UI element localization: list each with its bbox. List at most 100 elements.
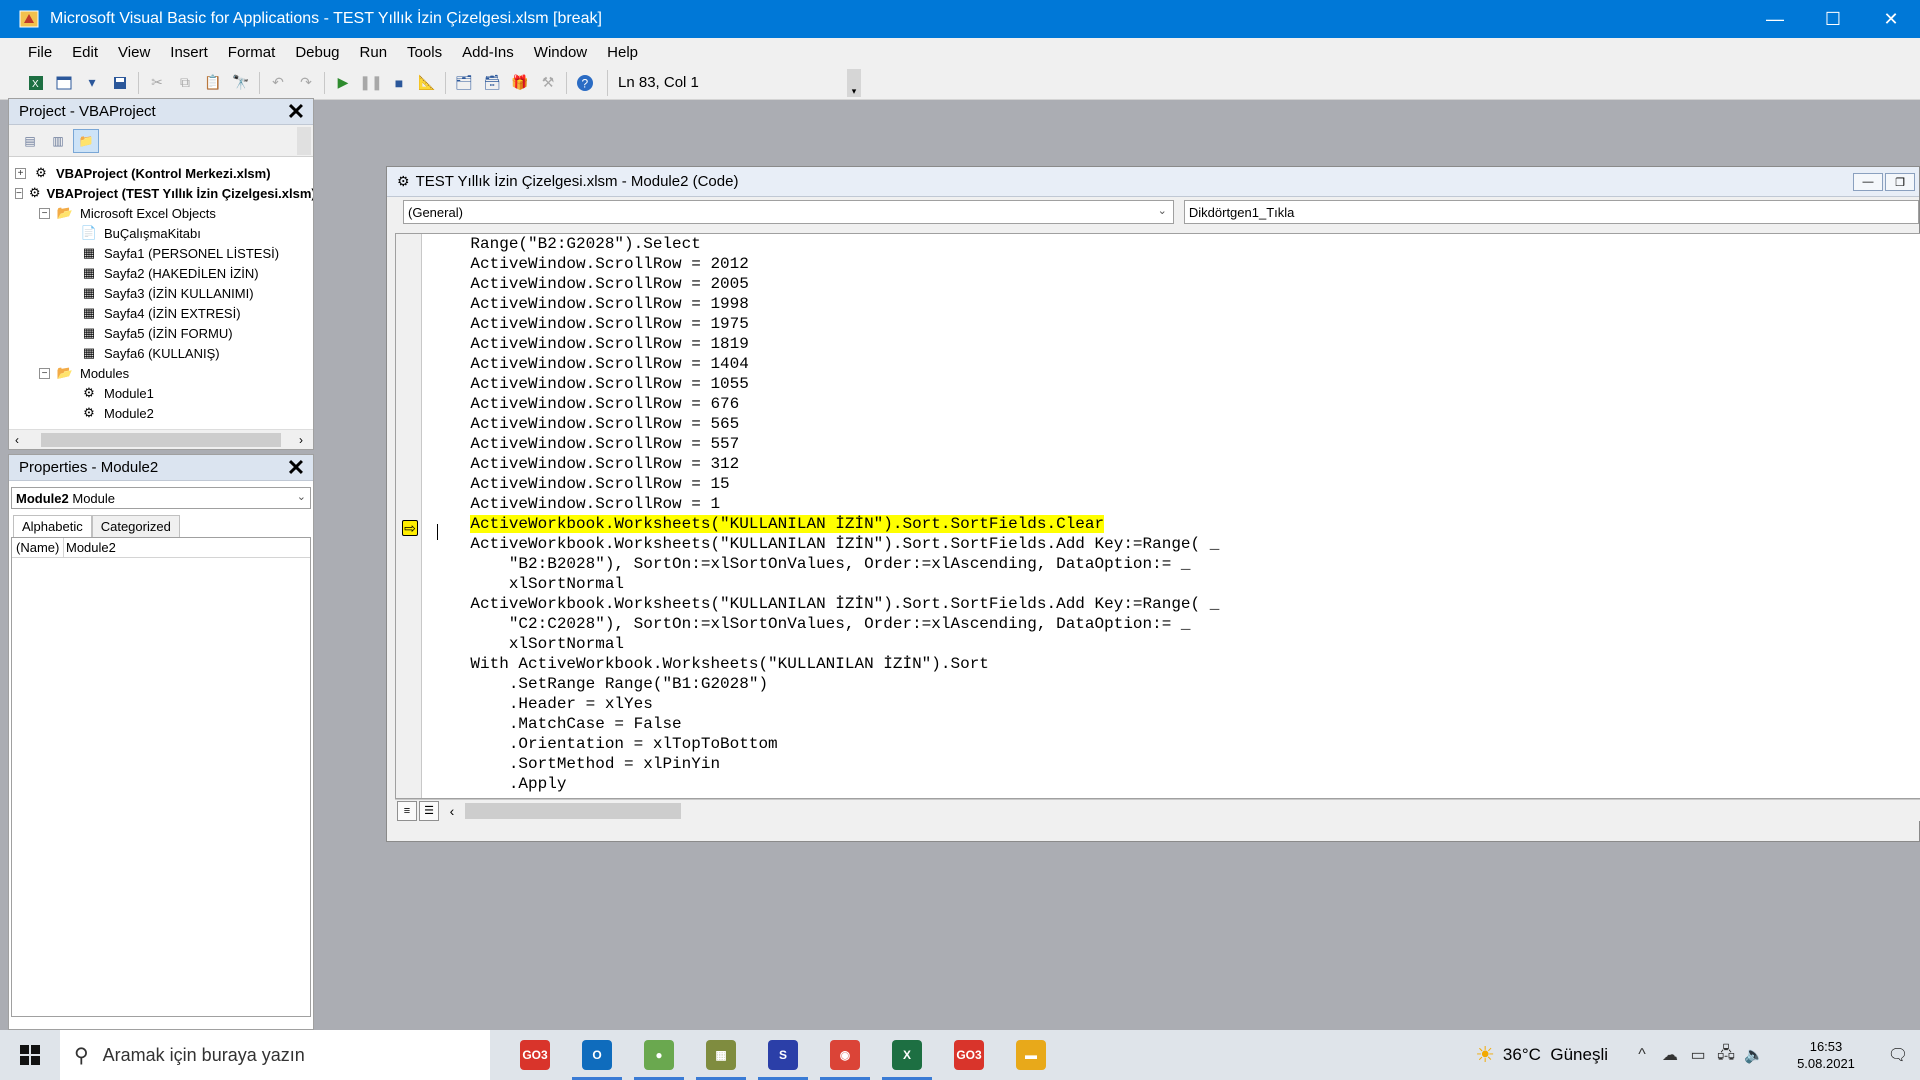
project-hscrollbar[interactable]: ‹ › [9,429,313,449]
tree-item[interactable]: ▦ Sayfa3 (İZİN KULLANIMI) [9,283,313,303]
taskbar-app[interactable]: X [876,1030,938,1080]
code-line[interactable]: .SortMethod = xlPinYin [432,754,1219,774]
code-minimize-button[interactable]: — [1853,173,1883,191]
copy-icon[interactable]: ⧉ [171,70,199,96]
taskbar-app[interactable]: ▦ [690,1030,752,1080]
scroll-left-icon[interactable]: ‹ [443,803,461,819]
tree-item[interactable]: 📄 BuÇalışmaKitabı [9,223,313,243]
scroll-thumb[interactable] [465,802,681,819]
view-code-icon[interactable]: ▤ [17,129,43,153]
taskbar-app[interactable]: GO3 [504,1030,566,1080]
tree-item[interactable]: − 📂 Microsoft Excel Objects [9,203,313,223]
collapse-icon[interactable]: − [39,367,50,379]
toggle-folders-icon[interactable]: 📁 [73,128,99,153]
collapse-icon[interactable]: − [39,207,50,219]
code-line[interactable]: ActiveWindow.ScrollRow = 1 [432,494,1219,514]
project-toolbar-scroll[interactable] [297,127,311,155]
code-line[interactable]: .Apply [432,774,1219,794]
collapse-icon[interactable]: − [15,187,23,199]
tree-item[interactable]: ▦ Sayfa4 (İZİN EXTRESİ) [9,303,313,323]
property-row[interactable]: (Name) Module2 [12,538,310,558]
code-line[interactable]: "C2:C2028"), SortOn:=xlSortOnValues, Ord… [432,614,1219,634]
menu-window[interactable]: Window [534,44,587,61]
taskbar-search[interactable]: ⚲ Aramak için buraya yazın [60,1030,490,1080]
cut-icon[interactable]: ✂ [143,70,171,96]
taskbar-app[interactable]: S [752,1030,814,1080]
menu-run[interactable]: Run [360,44,388,61]
menu-add-ins[interactable]: Add-Ins [462,44,514,61]
tree-item[interactable]: ▦ Sayfa2 (HAKEDİLEN İZİN) [9,263,313,283]
menu-format[interactable]: Format [228,44,276,61]
full-module-view-icon[interactable]: ☰ [419,800,439,821]
code-line[interactable]: ActiveWindow.ScrollRow = 312 [432,454,1219,474]
code-hscrollbar[interactable]: ≡ ☰ ‹ [395,799,1920,821]
code-line[interactable]: ActiveWindow.ScrollRow = 1975 [432,314,1219,334]
property-value[interactable]: Module2 [64,538,116,557]
scroll-thumb[interactable] [41,432,281,447]
code-lines[interactable]: Range("B2:G2028").Select ActiveWindow.Sc… [432,234,1219,794]
find-icon[interactable]: 🔭 [227,70,255,96]
toolbox-icon[interactable]: ⚒ [534,70,562,96]
paste-icon[interactable]: 📋 [199,70,227,96]
taskbar-app[interactable]: ▬ [1000,1030,1062,1080]
code-line[interactable]: ActiveWorkbook.Worksheets("KULLANILAN İZ… [432,514,1219,534]
chevron-up-icon[interactable]: ^ [1628,1046,1656,1064]
tree-item[interactable]: ⚙ Module2 [9,403,313,423]
code-line[interactable]: .Orientation = xlTopToBottom [432,734,1219,754]
procedure-combo[interactable]: Dikdörtgen1_Tıkla [1183,200,1919,224]
code-line[interactable]: .SetRange Range("B1:G2028") [432,674,1219,694]
run-icon[interactable]: ▶ [329,70,357,96]
scroll-left-icon[interactable]: ‹ [9,433,25,447]
start-button[interactable] [0,1030,60,1080]
code-line[interactable]: ActiveWindow.ScrollRow = 2005 [432,274,1219,294]
expand-icon[interactable]: + [15,167,26,179]
code-line[interactable]: ActiveWindow.ScrollRow = 676 [432,394,1219,414]
code-line[interactable]: ActiveWindow.ScrollRow = 2012 [432,254,1219,274]
close-button[interactable]: ✕ [1862,0,1920,38]
chevron-down-icon[interactable]: ⌄ [297,490,306,503]
taskbar-app[interactable]: GO3 [938,1030,1000,1080]
properties-window-icon[interactable]: 🗃 [478,70,506,96]
undo-icon[interactable]: ↶ [264,70,292,96]
chevron-down-icon[interactable]: ⌄ [1158,204,1167,217]
code-line[interactable]: ActiveWorkbook.Worksheets("KULLANILAN İZ… [432,534,1219,554]
notifications-icon[interactable]: 🗨 [1876,1045,1920,1065]
network-icon[interactable]: 🖧 [1712,1042,1740,1069]
insert-dropdown-icon[interactable]: ▾ [78,70,106,96]
tree-item[interactable]: − 📂 Modules [9,363,313,383]
design-mode-icon[interactable]: 📐 [413,70,441,96]
taskbar-app[interactable]: O [566,1030,628,1080]
scroll-right-icon[interactable]: › [293,433,309,447]
menu-insert[interactable]: Insert [170,44,208,61]
object-selector[interactable]: Module2 Module ⌄ [11,487,311,509]
code-line[interactable]: ActiveWindow.ScrollRow = 1055 [432,374,1219,394]
code-line[interactable]: ActiveWorkbook.Worksheets("KULLANILAN İZ… [432,594,1219,614]
project-explorer-icon[interactable]: 🗂 [450,70,478,96]
tree-item[interactable]: ▦ Sayfa5 (İZİN FORMU) [9,323,313,343]
code-line[interactable]: ActiveWindow.ScrollRow = 1998 [432,294,1219,314]
close-properties-pane-button[interactable]: ✕ [285,455,307,480]
view-object-icon[interactable]: ▥ [45,129,71,153]
object-browser-icon[interactable]: 🎁 [506,70,534,96]
tab-categorized[interactable]: Categorized [91,515,180,537]
tree-item[interactable]: − ⚙ VBAProject (TEST Yıllık İzin Çizelgesi… [9,183,313,203]
insert-userform-icon[interactable] [50,70,78,96]
code-line[interactable]: ActiveWindow.ScrollRow = 557 [432,434,1219,454]
menu-help[interactable]: Help [607,44,638,61]
code-editor[interactable]: ⇨ Range("B2:G2028").Select ActiveWindow.… [395,233,1920,799]
save-icon[interactable] [106,70,134,96]
code-line[interactable]: xlSortNormal [432,574,1219,594]
maximize-button[interactable]: ☐ [1804,0,1862,38]
volume-icon[interactable]: 🔈 [1740,1045,1768,1065]
code-restore-button[interactable]: ❐ [1885,173,1915,191]
redo-icon[interactable]: ↷ [292,70,320,96]
menu-view[interactable]: View [118,44,150,61]
code-line[interactable]: "B2:B2028"), SortOn:=xlSortOnValues, Ord… [432,554,1219,574]
code-line[interactable]: xlSortNormal [432,634,1219,654]
code-line[interactable]: ActiveWindow.ScrollRow = 565 [432,414,1219,434]
tree-item[interactable]: ▦ Sayfa1 (PERSONEL LİSTESİ) [9,243,313,263]
menu-file[interactable]: File [28,44,52,61]
menu-edit[interactable]: Edit [72,44,98,61]
view-excel-icon[interactable]: X [22,70,50,96]
code-line[interactable]: .MatchCase = False [432,714,1219,734]
